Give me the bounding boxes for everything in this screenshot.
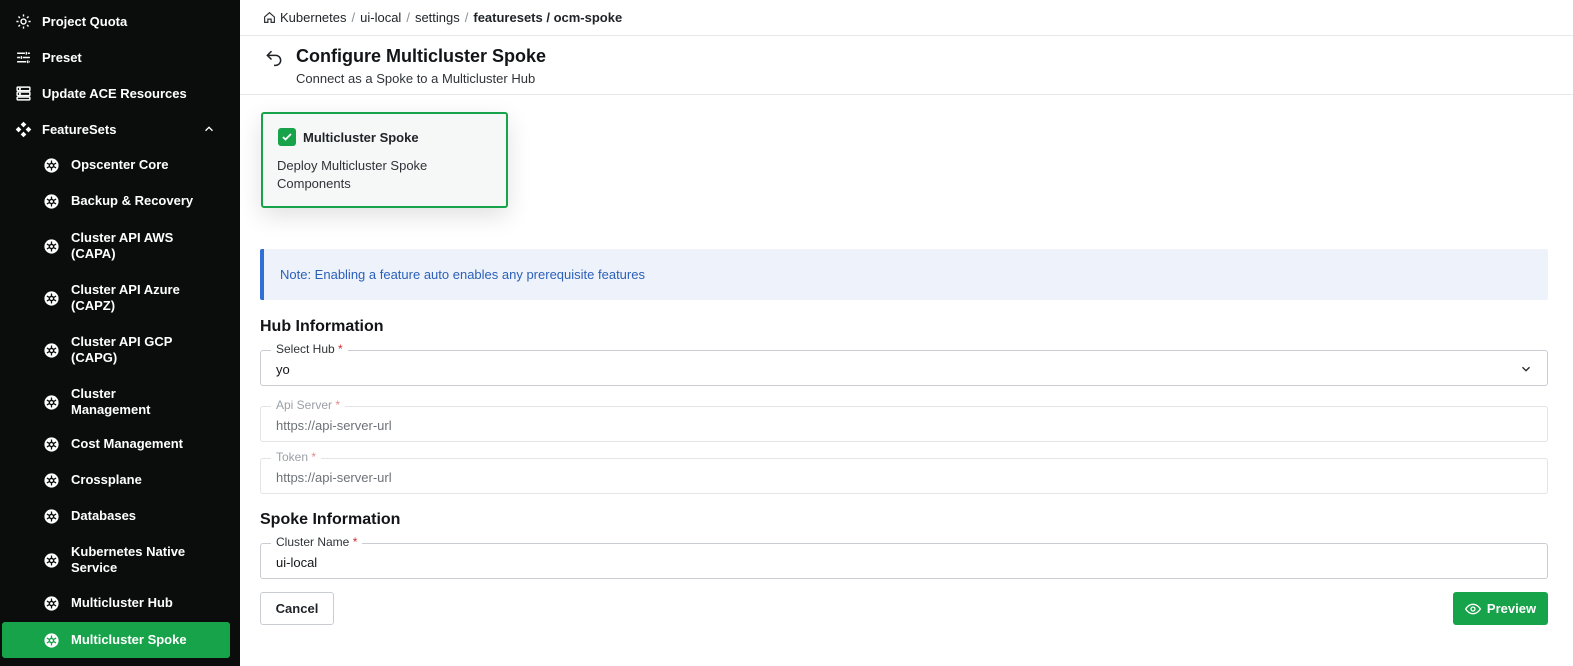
- sidebar-item-label: Cluster Management: [71, 386, 151, 417]
- home-icon[interactable]: [263, 11, 276, 24]
- sidebar-item-label: Project Quota: [42, 13, 128, 29]
- breadcrumb-settings[interactable]: settings: [415, 10, 460, 25]
- helm-icon: [42, 471, 60, 489]
- eye-icon: [1464, 601, 1481, 617]
- sidebar: Project Quota Preset Update ACE Resource…: [0, 0, 240, 666]
- helm-icon: [42, 393, 60, 411]
- breadcrumb-separator: /: [406, 9, 410, 25]
- sidebar-item-label: Backup & Recovery: [71, 193, 194, 208]
- chevron-up-icon: [202, 122, 216, 136]
- helm-icon: [42, 156, 60, 174]
- breadcrumb-kubernetes[interactable]: Kubernetes: [280, 10, 347, 25]
- page-subtitle: Connect as a Spoke to a Multicluster Hub: [296, 71, 536, 86]
- sidebar-item-crossplane[interactable]: Crossplane: [0, 462, 240, 498]
- select-hub-label: Select Hub *: [271, 342, 348, 356]
- info-note: Note: Enabling a feature auto enables an…: [260, 249, 1548, 300]
- sidebar-item-multicluster-hub[interactable]: Multicluster Hub: [0, 585, 240, 621]
- api-server-input[interactable]: Api Server * https://api-server-url: [260, 398, 1548, 442]
- api-server-placeholder: https://api-server-url: [276, 418, 392, 433]
- main-content: Kubernetes / ui-local / settings / featu…: [240, 0, 1573, 666]
- cluster-name-label: Cluster Name *: [271, 535, 363, 549]
- helm-icon: [42, 192, 60, 210]
- sidebar-item-label: Cost Management: [71, 436, 183, 451]
- token-input[interactable]: Token * https://api-server-url: [260, 450, 1548, 494]
- breadcrumb-cluster[interactable]: ui-local: [360, 10, 401, 25]
- sidebar-item-update-ace-resources[interactable]: Update ACE Resources: [0, 75, 240, 111]
- sidebar-item-cluster-api-aws[interactable]: Cluster API AWS (CAPA): [0, 221, 240, 271]
- sidebar-item-kubernetes-native-service[interactable]: Kubernetes Native Service: [0, 535, 240, 585]
- sidebar-item-label: Cluster API GCP (CAPG): [71, 334, 173, 365]
- sidebar-item-cluster-management[interactable]: Cluster Management: [0, 377, 240, 427]
- breadcrumb: Kubernetes / ui-local / settings / featu…: [263, 9, 622, 25]
- cluster-name-input[interactable]: Cluster Name * ui-local: [260, 535, 1548, 579]
- breadcrumb-current: featuresets / ocm-spoke: [473, 9, 623, 25]
- spoke-section-title: Spoke Information: [260, 511, 401, 528]
- sidebar-item-label: Kubernetes Native Service: [71, 544, 186, 575]
- preview-button-label: Preview: [1486, 601, 1537, 616]
- preview-button[interactable]: Preview: [1453, 592, 1548, 625]
- sidebar-item-label: FeatureSets: [42, 121, 117, 137]
- token-placeholder: https://api-server-url: [276, 470, 392, 485]
- divider: [240, 35, 1573, 36]
- sidebar-item-multicluster-spoke[interactable]: Multicluster Spoke: [2, 622, 230, 658]
- sidebar-item-cluster-api-azure[interactable]: Cluster API Azure (CAPZ): [0, 273, 240, 323]
- back-button[interactable]: [264, 49, 284, 69]
- sidebar-item-cost-management[interactable]: Cost Management: [0, 426, 240, 462]
- helm-icon: [42, 631, 60, 649]
- gear-icon: [14, 12, 32, 30]
- helm-icon: [42, 507, 60, 525]
- hub-section-title: Hub Information: [260, 318, 384, 335]
- feature-name: Multicluster Spoke: [303, 130, 419, 145]
- feature-description: Deploy Multicluster Spoke Components: [277, 158, 428, 191]
- sidebar-item-label: Cluster API AWS (CAPA): [71, 230, 174, 261]
- sidebar-item-label: Preset: [42, 49, 82, 65]
- chevron-down-icon: [1519, 362, 1533, 376]
- sidebar-item-featuresets[interactable]: FeatureSets: [0, 111, 240, 147]
- checkbox-checked-icon[interactable]: [278, 128, 296, 146]
- breadcrumb-separator: /: [464, 9, 469, 25]
- breadcrumb-separator: /: [351, 9, 356, 25]
- sidebar-item-label: Multicluster Hub: [71, 595, 173, 610]
- feature-card-multicluster-spoke[interactable]: Multicluster Spoke Deploy Multicluster S…: [261, 112, 508, 208]
- api-server-label: Api Server *: [271, 398, 346, 412]
- featuresets-icon: [14, 120, 32, 138]
- sidebar-item-databases[interactable]: Databases: [0, 498, 240, 534]
- sidebar-item-label: Update ACE Resources: [42, 85, 187, 101]
- sidebar-item-label: Multicluster Spoke: [71, 632, 187, 647]
- divider: [240, 94, 1573, 95]
- sidebar-item-label: Opscenter Core: [71, 157, 169, 172]
- sidebar-item-cluster-api-gcp[interactable]: Cluster API GCP (CAPG): [0, 325, 240, 375]
- sidebar-item-label: Crossplane: [71, 472, 142, 487]
- sidebar-item-label: Databases: [71, 508, 137, 523]
- select-hub-value: yo: [276, 362, 290, 377]
- helm-icon: [42, 551, 60, 569]
- sidebar-item-preset[interactable]: Preset: [0, 39, 240, 75]
- helm-icon: [42, 237, 60, 255]
- sliders-icon: [14, 48, 32, 66]
- server-icon: [14, 84, 32, 102]
- helm-icon: [42, 435, 60, 453]
- cancel-button[interactable]: Cancel: [260, 592, 334, 625]
- sidebar-item-opscenter-core[interactable]: Opscenter Core: [0, 147, 240, 183]
- back-arrow-icon: [264, 47, 284, 72]
- cluster-name-value: ui-local: [276, 555, 318, 570]
- info-note-text: Note: Enabling a feature auto enables an…: [280, 267, 645, 282]
- helm-icon: [42, 341, 60, 359]
- helm-icon: [42, 594, 60, 612]
- sidebar-item-label: Cluster API Azure (CAPZ): [71, 282, 180, 313]
- helm-icon: [42, 289, 60, 307]
- page-title: Configure Multicluster Spoke: [296, 46, 547, 66]
- token-label: Token *: [271, 450, 322, 464]
- sidebar-item-backup-recovery[interactable]: Backup & Recovery: [0, 183, 240, 219]
- select-hub-dropdown[interactable]: Select Hub * yo: [260, 342, 1548, 386]
- sidebar-item-project-quota[interactable]: Project Quota: [0, 3, 240, 39]
